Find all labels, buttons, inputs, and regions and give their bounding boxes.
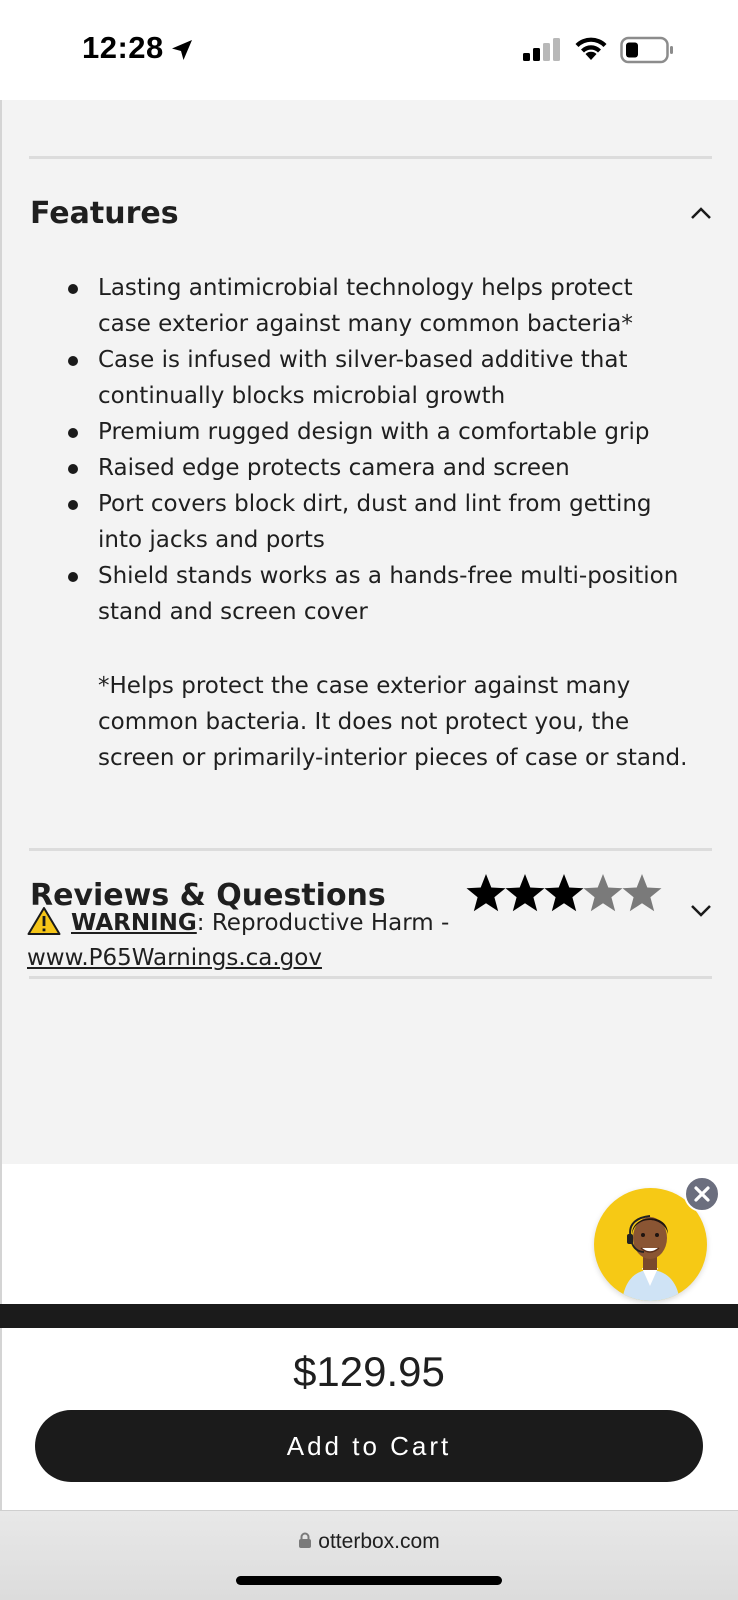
close-chat-button[interactable] bbox=[684, 1176, 720, 1212]
divider bbox=[29, 976, 712, 979]
feature-item: Premium rugged design with a comfortable… bbox=[68, 414, 688, 450]
divider bbox=[29, 156, 712, 159]
warning-triangle-icon bbox=[27, 907, 61, 935]
chevron-up-icon[interactable] bbox=[690, 206, 712, 220]
feature-item: Shield stands works as a hands-free mult… bbox=[68, 558, 688, 630]
add-to-cart-button[interactable]: Add to Cart bbox=[35, 1410, 703, 1482]
lock-icon bbox=[299, 1532, 312, 1548]
sticky-bar-top-band bbox=[0, 1304, 738, 1328]
status-bar: 12:28 bbox=[0, 0, 738, 100]
page: 12:28 Features Lasting antimicrobial tec… bbox=[0, 0, 738, 1600]
feature-item: Lasting antimicrobial technology helps p… bbox=[68, 270, 688, 342]
warning-label: WARNING bbox=[71, 910, 197, 936]
close-icon bbox=[694, 1186, 710, 1202]
battery-icon bbox=[620, 36, 673, 64]
address-bar-url[interactable]: otterbox.com bbox=[0, 1530, 738, 1554]
divider bbox=[29, 848, 712, 851]
location-arrow-icon bbox=[172, 40, 192, 60]
features-list: Lasting antimicrobial technology helps p… bbox=[68, 270, 688, 630]
signal-icon bbox=[523, 38, 560, 61]
prop65-warning: WARNING: Reproductive Harm - www.P65Warn… bbox=[27, 906, 707, 976]
features-heading[interactable]: Features bbox=[30, 196, 179, 231]
p65-warnings-link[interactable]: www.P65Warnings.ca.gov bbox=[27, 945, 322, 971]
product-details-content: Features Lasting antimicrobial technolog… bbox=[0, 100, 738, 1164]
feature-item: Raised edge protects camera and screen bbox=[68, 450, 688, 486]
feature-item: Port covers block dirt, dust and lint fr… bbox=[68, 486, 688, 558]
price: $129.95 bbox=[293, 1348, 445, 1395]
home-indicator[interactable] bbox=[236, 1576, 502, 1585]
features-footnote: *Helps protect the case exterior against… bbox=[98, 673, 688, 771]
feature-item: Case is infused with silver-based additi… bbox=[68, 342, 688, 414]
wifi-icon bbox=[575, 37, 607, 60]
warning-text: : Reproductive Harm - bbox=[196, 910, 450, 936]
status-time: 12:28 bbox=[82, 30, 164, 65]
browser-address-bar[interactable] bbox=[0, 1510, 738, 1600]
url-text: otterbox.com bbox=[318, 1530, 440, 1553]
